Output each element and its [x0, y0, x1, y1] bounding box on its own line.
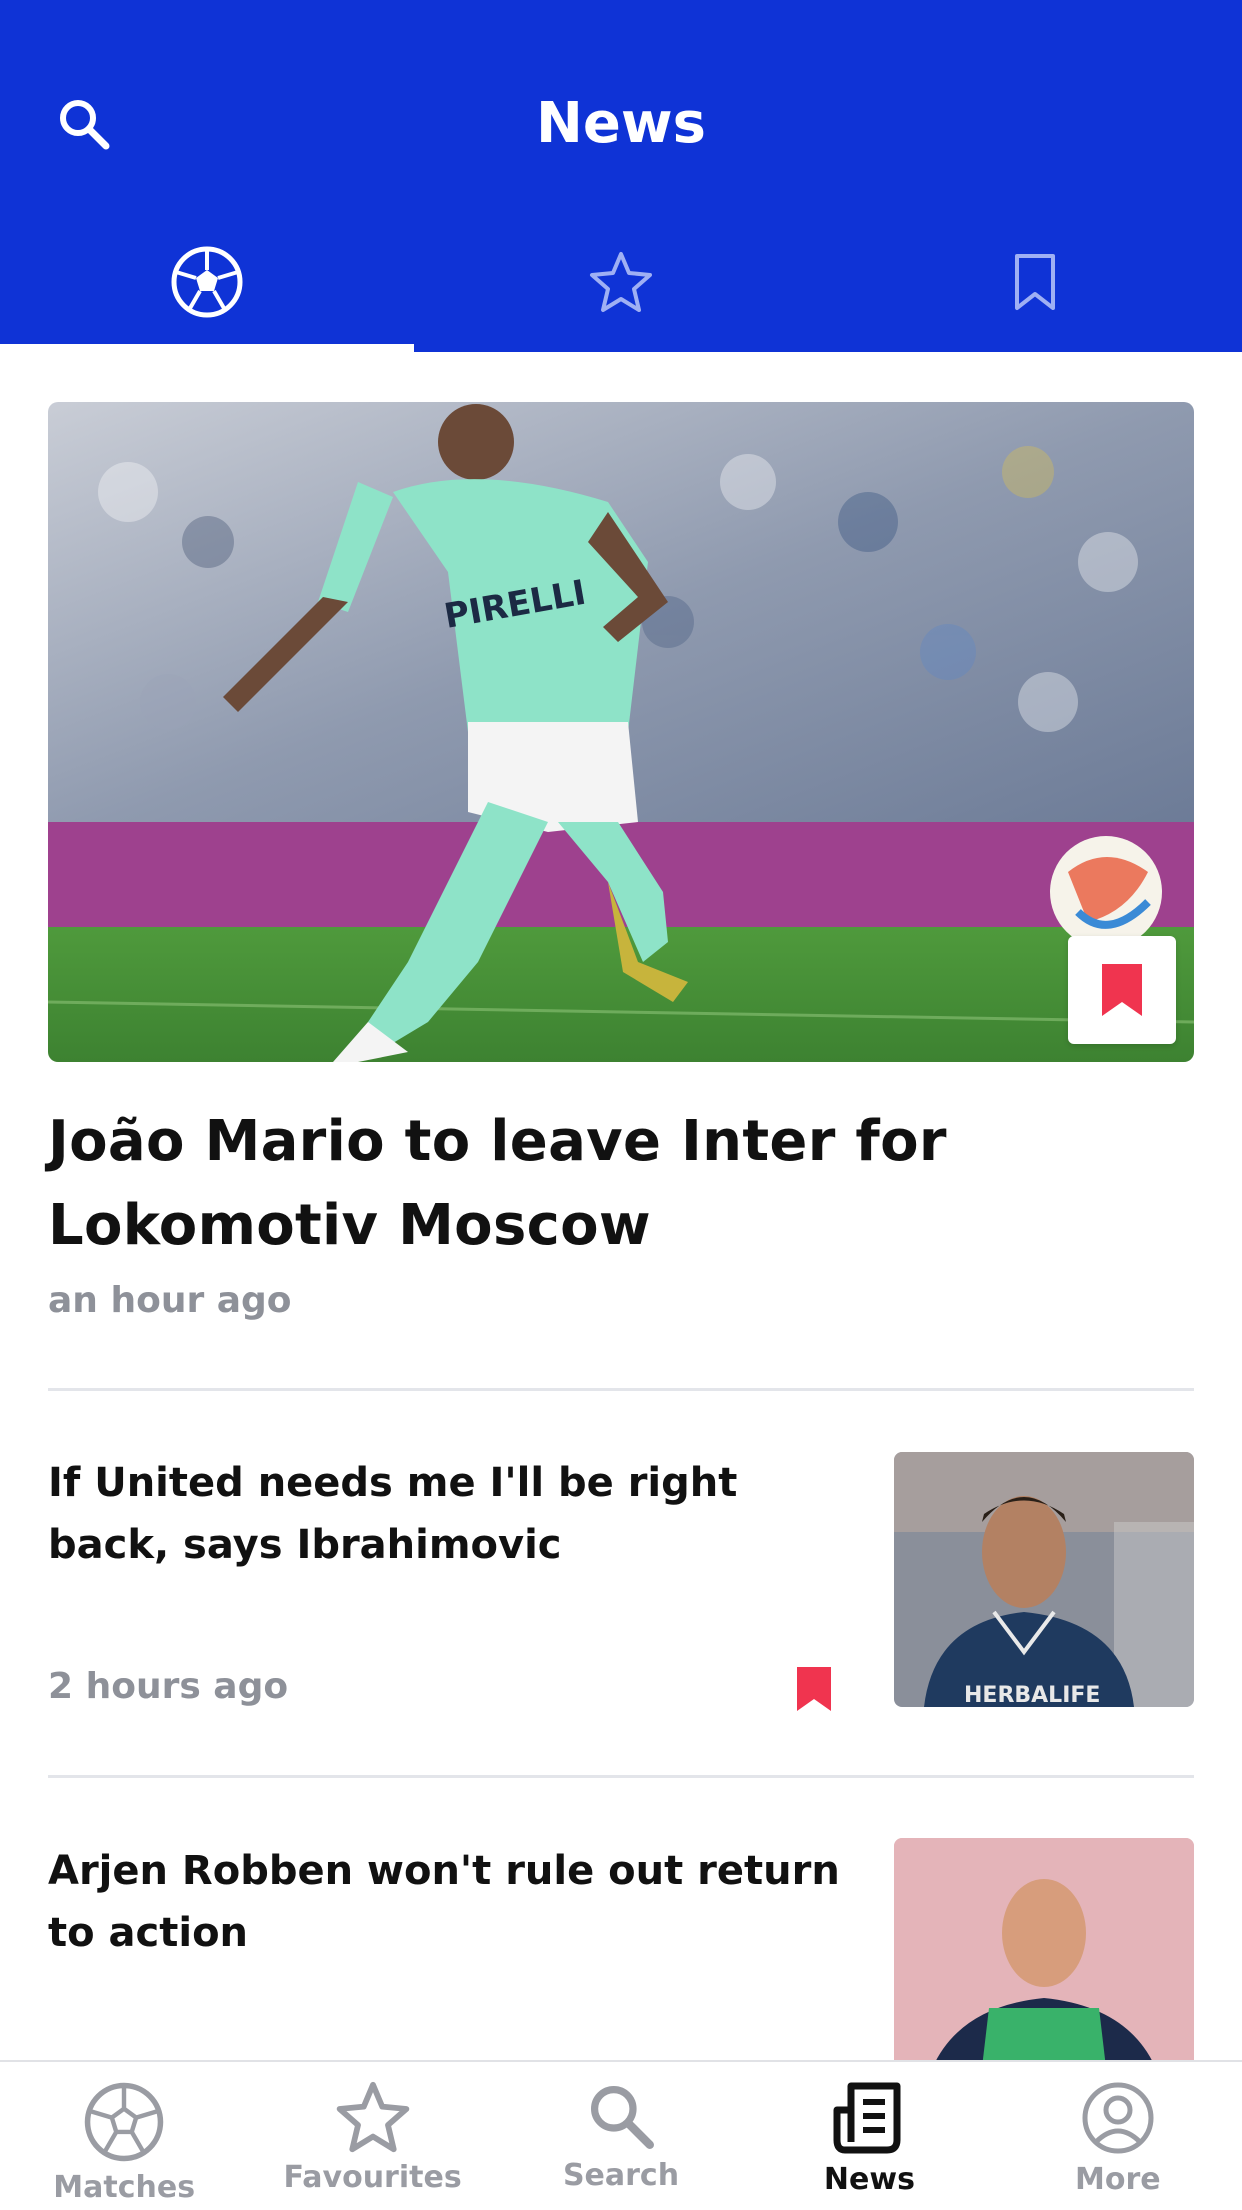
nav-label: Matches	[53, 2170, 196, 2205]
tab-football[interactable]	[0, 212, 414, 352]
article-bookmark-button[interactable]	[794, 1665, 834, 1713]
news-icon	[833, 2082, 901, 2154]
article-title[interactable]: Arjen Robben won't rule out return to ac…	[48, 1840, 848, 1964]
bookmark-filled-icon	[797, 1667, 831, 1711]
nav-news[interactable]: News	[745, 2062, 993, 2210]
divider	[48, 1388, 1194, 1391]
nav-matches[interactable]: Matches	[0, 2062, 248, 2210]
featured-title[interactable]: João Mario to leave Inter for Lokomotiv …	[48, 1100, 1148, 1268]
profile-icon	[1082, 2082, 1154, 2154]
nav-label: News	[823, 2162, 915, 2197]
featured-bookmark-button[interactable]	[1068, 936, 1176, 1044]
nav-label: More	[1075, 2162, 1161, 2197]
football-icon	[171, 246, 243, 318]
nav-label: Favourites	[283, 2160, 462, 2195]
jersey-sponsor-text: HERBALIFE	[964, 1683, 1100, 1707]
active-tab-indicator	[0, 344, 414, 352]
bookmark-filled-icon	[1102, 964, 1142, 1016]
nav-more[interactable]: More	[994, 2062, 1242, 2210]
search-icon	[591, 2086, 655, 2149]
article-thumbnail[interactable]: HERBALIFE	[894, 1452, 1194, 1707]
header-bar: News	[0, 0, 1242, 352]
article-time: 2 hours ago	[48, 1666, 289, 1707]
football-icon	[84, 2082, 164, 2162]
bookmark-icon	[1015, 254, 1055, 310]
article-title[interactable]: If United needs me I'll be right back, s…	[48, 1452, 848, 1576]
article-photo: HERBALIFE	[894, 1452, 1194, 1707]
article-photo	[894, 1838, 1194, 2068]
featured-time: an hour ago	[48, 1280, 292, 1321]
page-title: News	[536, 91, 706, 156]
nav-label: Search	[562, 2158, 680, 2193]
article-thumbnail[interactable]	[894, 1838, 1194, 2068]
star-icon	[590, 252, 652, 312]
tab-favourites[interactable]	[414, 212, 828, 352]
featured-photo: PIRELLI	[48, 402, 1194, 1062]
featured-image[interactable]: PIRELLI	[48, 402, 1194, 1062]
nav-search[interactable]: Search	[497, 2062, 745, 2210]
star-icon	[336, 2081, 409, 2153]
tab-saved[interactable]	[828, 212, 1242, 352]
nav-favourites[interactable]: Favourites	[248, 2062, 496, 2210]
divider	[48, 1775, 1194, 1778]
news-tabs	[0, 212, 1242, 352]
bottom-navigation: Matches Favourites Search News More	[0, 2060, 1242, 2210]
